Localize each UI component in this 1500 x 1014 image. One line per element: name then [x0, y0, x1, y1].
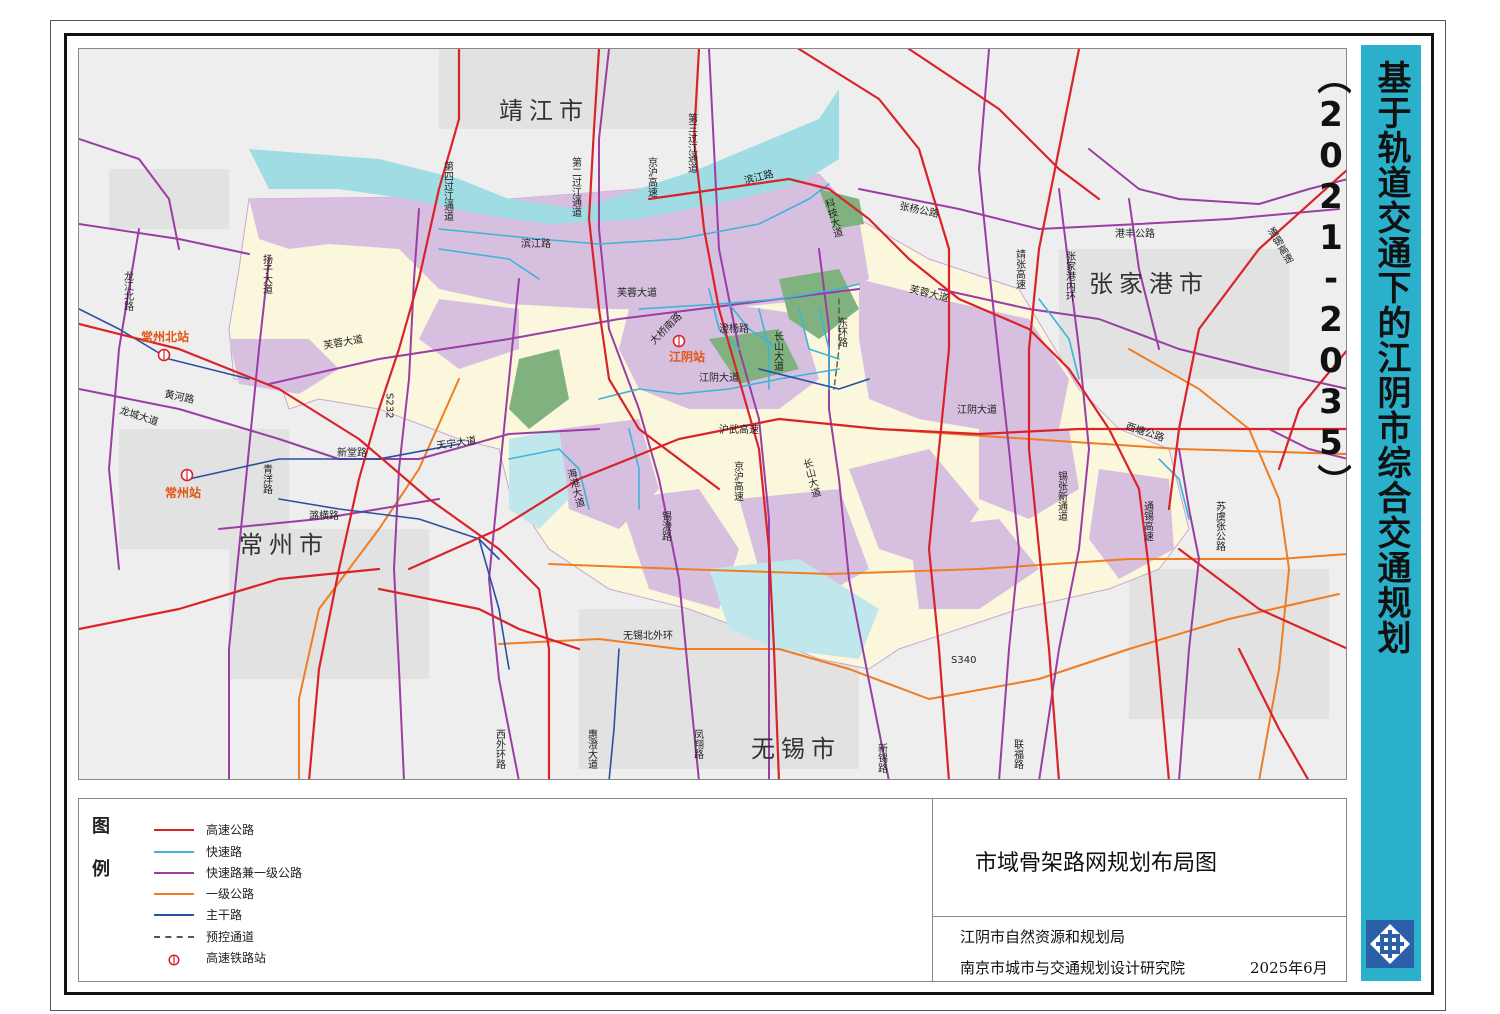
legend-label: 高速公路 [206, 823, 255, 837]
arterial-swatch [154, 914, 194, 916]
road-label: 龙江北路 [122, 270, 134, 312]
road-label: 惠澄大道 [586, 728, 598, 769]
road-label: 靖张高速 [1014, 248, 1026, 289]
legend-item-first-class-highway: 一级公路 [150, 884, 450, 904]
road-label: 港丰公路 [1115, 227, 1155, 240]
legend-label: 快速路 [206, 845, 243, 859]
legend-item-reserved-corridor: 预控通道 [150, 927, 450, 947]
road-label: 京沪高速 [646, 156, 658, 197]
legend-item-expressway: 快速路 [150, 842, 450, 862]
city-label-jingjiang: 靖江市 [499, 97, 589, 125]
legend-item-expressway-first-class: 快速路兼一级公路 [150, 863, 450, 883]
legend-label: 主干路 [206, 908, 243, 922]
road-label: 滨江路 [521, 237, 551, 250]
road-label: 芙蓉大道 [617, 286, 657, 299]
station-label-jiangyin: 江阴站 [669, 349, 705, 364]
road-label: 无锡北外环 [623, 629, 673, 642]
highway-swatch [154, 829, 194, 831]
first-class-highway-swatch [154, 893, 194, 895]
road-label: 沪武高速 [719, 423, 759, 436]
credit-organization: 江阴市自然资源和规划局 [960, 928, 1126, 946]
road-label: 第三过江通道 [686, 112, 698, 173]
road-label: 长山大道 [772, 331, 784, 371]
road-label: 澄杨路 [719, 322, 749, 335]
road-label: 江阴大道 [699, 371, 739, 384]
legend-label: 一级公路 [206, 887, 255, 901]
document-title: 基于轨道交通下的江阴市综合交通规划（2021-2035） [1311, 60, 1411, 655]
rail-station-icon [168, 951, 180, 966]
road-label: 江阴大道 [957, 403, 997, 416]
road-label: 青洋路 [261, 463, 273, 495]
road-label: 潞横路 [309, 509, 339, 522]
credits-divider [933, 916, 1347, 917]
legend-item-arterial: 主干路 [150, 905, 450, 925]
map-subtitle: 市域骨架路网规划布局图 [975, 851, 1218, 876]
road-label: S232 [384, 393, 395, 418]
station-changzhou-marker[interactable] [180, 468, 194, 482]
legend-label: 高速铁路站 [206, 951, 267, 965]
road-label: 张家港内环 [1064, 251, 1076, 302]
road-label: 新堂路 [337, 446, 367, 459]
station-label-changzhou: 常州站 [165, 485, 201, 500]
road-label: 通锡高速 [1142, 501, 1154, 541]
legend-heading: 图 [92, 816, 110, 837]
road-label: 联福路 [1012, 739, 1024, 770]
city-label-changzhou: 常州市 [239, 531, 329, 559]
station-jiangyin-marker[interactable] [672, 334, 686, 348]
credit-institute: 南京市城市与交通规划设计研究院 [960, 959, 1186, 977]
road-label: S340 [951, 655, 976, 666]
station-label-changzhou-north: 常州北站 [141, 329, 189, 344]
road-label: 苏虞张公路 [1214, 500, 1226, 552]
map-canvas[interactable]: 靖江市 张家港市 常州市 无锡市 常州北站 常州站 江阴站 龙江北路 扬子大道 … [79, 49, 1347, 780]
institute-logo-icon [1366, 920, 1414, 968]
station-changzhou-north-marker[interactable] [157, 348, 171, 362]
expressway-swatch [154, 851, 194, 853]
road-label: 新锡路 [876, 742, 888, 774]
credit-date: 2025年6月 [1250, 959, 1328, 977]
road-label: 西外环路 [494, 729, 506, 770]
expressway-first-class-swatch [154, 872, 194, 874]
legend-item-highway: 高速公路 [150, 820, 450, 840]
panel-divider [932, 798, 933, 982]
legend-label: 预控通道 [206, 930, 255, 944]
road-label: 第四过江通道 [442, 160, 454, 221]
legend-heading: 例 [92, 859, 110, 880]
reserved-corridor-swatch [154, 936, 194, 938]
city-label-wuxi: 无锡市 [751, 735, 841, 763]
road-label: 锡张新通道 [1056, 470, 1068, 521]
road-label: 扬子大道 [261, 253, 273, 294]
city-label-zhangjiagang: 张家港市 [1089, 270, 1209, 298]
legend-label: 快速路兼一级公路 [206, 866, 303, 880]
road-label: 东环路 [836, 316, 848, 348]
road-label: 第二过江通道 [570, 156, 582, 217]
road-label: 凤翔路 [692, 729, 704, 760]
road-label: 锡澄路 [660, 510, 672, 542]
legend-item-rail-station: 高速铁路站 [150, 948, 450, 968]
road-label: 京沪高速 [732, 460, 744, 501]
map-panel[interactable]: 靖江市 张家港市 常州市 无锡市 常州北站 常州站 江阴站 龙江北路 扬子大道 … [78, 48, 1347, 780]
